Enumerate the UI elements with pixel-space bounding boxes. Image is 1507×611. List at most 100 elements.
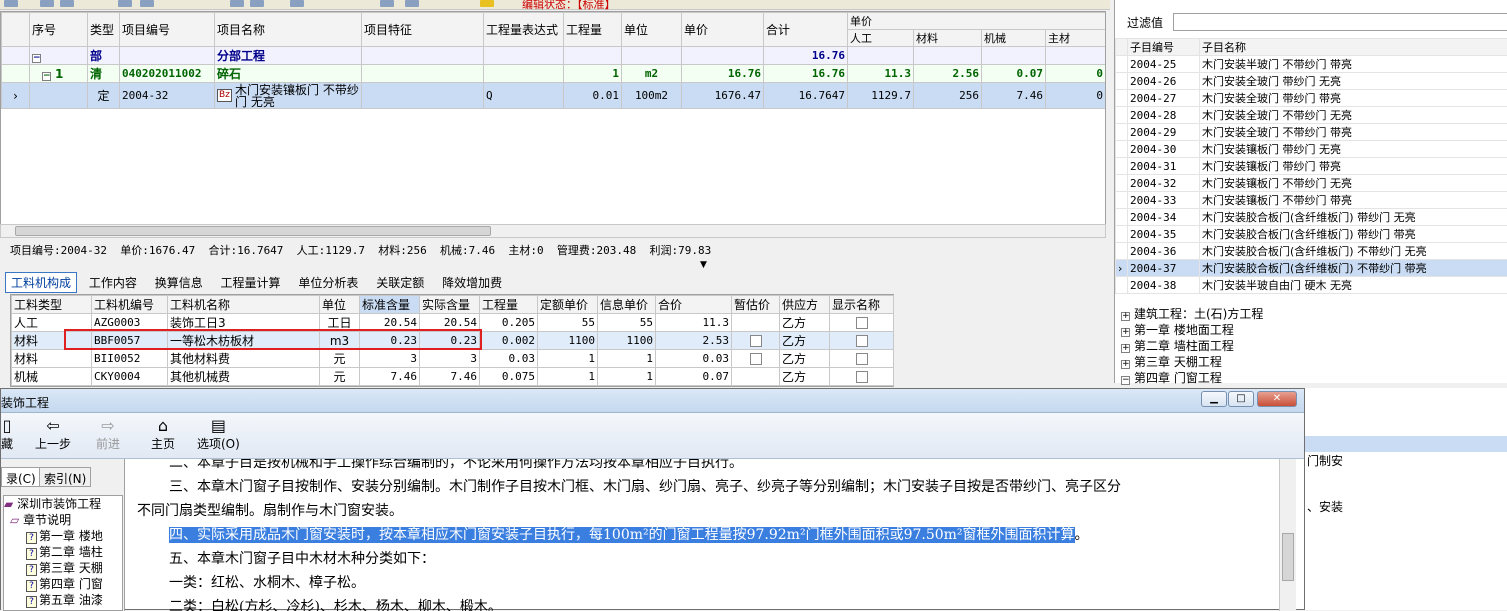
toolbar-tree-icon[interactable]: [405, 0, 419, 7]
col-res-info-price[interactable]: 信息单价: [598, 296, 656, 314]
tab-index[interactable]: 索引(N): [39, 467, 91, 487]
selected-text[interactable]: 四、实际采用成品木门窗安装时，按本章相应木门窗安装子目执行，每100m²的门窗工…: [169, 527, 1075, 543]
res-supplier[interactable]: 乙方: [780, 332, 830, 350]
expand-icon[interactable]: +: [1121, 328, 1130, 337]
tree-topic[interactable]: ?第一章 楼地: [4, 528, 122, 544]
minimize-button[interactable]: ▁: [1201, 391, 1227, 407]
collapse-icon[interactable]: −: [1121, 376, 1130, 385]
res-info-price[interactable]: 1100: [598, 332, 656, 350]
col-res-type[interactable]: 工料类型: [12, 296, 92, 314]
grid-row-section[interactable]: − 部 分部工程 16.76: [2, 47, 1107, 65]
res-std[interactable]: 3: [360, 350, 420, 368]
col-res-unit[interactable]: 单位: [320, 296, 360, 314]
expand-icon[interactable]: +: [1121, 312, 1130, 321]
show-name-checkbox[interactable]: [856, 353, 868, 365]
quota-list-item[interactable]: 2004-29木门安装全玻门 不带纱门 带亮: [1116, 124, 1507, 141]
col-expr[interactable]: 工程量表达式: [484, 13, 564, 47]
quota-list-item[interactable]: 2004-38木门安装半玻自由门 硬木 无亮: [1116, 277, 1507, 294]
options-button[interactable]: ▤选项(O): [197, 417, 240, 452]
help-vscrollbar[interactable]: [1279, 459, 1296, 611]
res-act[interactable]: 3: [420, 350, 480, 368]
grid-row-bill[interactable]: −1 清 040202011002 碎石 1 m2 16.76 16.76 11…: [2, 65, 1107, 83]
bz-badge-icon[interactable]: Bz: [217, 89, 232, 102]
quota-list-item[interactable]: 2004-26木门安装全玻门 带纱门 无亮: [1116, 73, 1507, 90]
help-titlebar[interactable]: 装饰工程 ▁ □ ✕: [1, 389, 1304, 413]
toolbar-settings-icon[interactable]: [380, 0, 394, 7]
col-res-quota-price[interactable]: 定额单价: [538, 296, 598, 314]
tree-topic[interactable]: ?第四章 门窗: [4, 576, 122, 592]
col-feature[interactable]: 项目特征: [362, 13, 484, 47]
tree-node[interactable]: +第三章 天棚工程: [1115, 354, 1507, 370]
quota-list-item[interactable]: 2004-30木门安装镶板门 带纱门 无亮: [1116, 141, 1507, 158]
collapse-icon[interactable]: −: [42, 72, 51, 81]
tree-node[interactable]: +建筑工程：土(石)方工程: [1115, 306, 1507, 322]
toolbar-undo-icon[interactable]: [230, 0, 244, 7]
quota-list-item[interactable]: 2004-31木门安装镶板门 带纱门 带亮: [1116, 158, 1507, 175]
col-res-std[interactable]: 标准含量: [360, 296, 420, 314]
res-info-price[interactable]: 1: [598, 368, 656, 386]
tree-topic[interactable]: ?第二章 墙柱: [4, 544, 122, 560]
tab-work-content[interactable]: 工作内容: [83, 272, 143, 293]
temp-price-checkbox[interactable]: [750, 335, 762, 347]
toolbar-calc-icon[interactable]: [290, 0, 304, 7]
toolbar-new-icon[interactable]: [4, 0, 18, 7]
res-info-price[interactable]: 55: [598, 314, 656, 332]
tree-node[interactable]: +第二章 墙柱面工程: [1115, 338, 1507, 354]
col-material[interactable]: 材料: [914, 30, 982, 47]
expand-icon[interactable]: +: [1121, 344, 1130, 353]
res-info-price[interactable]: 1: [598, 350, 656, 368]
col-sub-name[interactable]: 子目名称: [1200, 39, 1507, 56]
tab-efficiency[interactable]: 降效增加费: [436, 272, 508, 293]
col-res-temp[interactable]: 暂估价: [732, 296, 780, 314]
res-act[interactable]: 7.46: [420, 368, 480, 386]
quota-list-item[interactable]: 2004-28木门安装全玻门 不带纱门 无亮: [1116, 107, 1507, 124]
res-supplier[interactable]: 乙方: [780, 314, 830, 332]
filter-input[interactable]: [1173, 13, 1507, 31]
home-button[interactable]: ⌂主页: [151, 417, 175, 452]
tab-unit-analysis[interactable]: 单位分析表: [292, 272, 364, 293]
quota-list-item-selected[interactable]: ›2004-37木门安装胶合板门(含纤维板门) 不带纱门 带亮: [1116, 260, 1507, 277]
col-unit[interactable]: 单位: [622, 13, 682, 47]
col-name[interactable]: 项目名称: [215, 13, 362, 47]
back-button[interactable]: ⇦上一步: [35, 417, 71, 452]
res-supplier[interactable]: 乙方: [780, 368, 830, 386]
col-res-code[interactable]: 工料机编号: [92, 296, 168, 314]
tab-quantity-calc[interactable]: 工程量计算: [215, 272, 287, 293]
tree-node[interactable]: ▱ 章节说明: [4, 512, 122, 528]
col-res-qty[interactable]: 工程量: [480, 296, 538, 314]
col-machine[interactable]: 机械: [982, 30, 1046, 47]
quota-list-item[interactable]: 2004-34木门安装胶合板门(含纤维板门) 带纱门 无亮: [1116, 209, 1507, 226]
col-main-material[interactable]: 主材: [1046, 30, 1106, 47]
col-res-supplier[interactable]: 供应方: [780, 296, 830, 314]
col-total[interactable]: 合计: [764, 13, 848, 47]
col-sub-code[interactable]: 子目编号: [1128, 39, 1200, 56]
tab-contents[interactable]: 录(C): [1, 467, 41, 487]
col-type[interactable]: 类型: [88, 13, 120, 47]
maximize-button[interactable]: □: [1228, 391, 1254, 407]
col-res-total[interactable]: 合价: [656, 296, 732, 314]
hide-button[interactable]: ▯藏: [1, 417, 13, 452]
tree-node[interactable]: +第一章 楼地面工程: [1115, 322, 1507, 338]
tab-conversion[interactable]: 换算信息: [149, 272, 209, 293]
scroll-thumb[interactable]: [1282, 533, 1294, 581]
col-price[interactable]: 单价: [682, 13, 764, 47]
toolbar-paste-icon[interactable]: [60, 0, 74, 7]
show-name-checkbox[interactable]: [856, 335, 868, 347]
help-para-selected[interactable]: 四、实际采用成品木门窗安装时，按本章相应木门窗安装子目执行，每100m²的门窗工…: [129, 523, 1279, 547]
toolbar-copy2-icon[interactable]: [140, 0, 154, 7]
close-button[interactable]: ✕: [1257, 391, 1297, 407]
col-qty[interactable]: 工程量: [564, 13, 622, 47]
collapse-icon[interactable]: −: [32, 54, 41, 63]
forward-button[interactable]: ⇨前进: [96, 417, 120, 452]
tree-root[interactable]: ▰ 深圳市装饰工程: [4, 496, 122, 512]
res-std[interactable]: 7.46: [360, 368, 420, 386]
tree-topic[interactable]: ?第五章 油漆: [4, 592, 122, 608]
toolbar-copy-icon[interactable]: [40, 0, 54, 7]
splitter-down-icon[interactable]: ▼: [700, 260, 707, 270]
col-res-act[interactable]: 实际含量: [420, 296, 480, 314]
tab-related-quota[interactable]: 关联定额: [370, 272, 430, 293]
show-name-checkbox[interactable]: [856, 317, 868, 329]
col-seq[interactable]: 序号: [30, 13, 88, 47]
temp-price-checkbox[interactable]: [750, 353, 762, 365]
quota-list-item[interactable]: 2004-27木门安装全玻门 带纱门 带亮: [1116, 90, 1507, 107]
